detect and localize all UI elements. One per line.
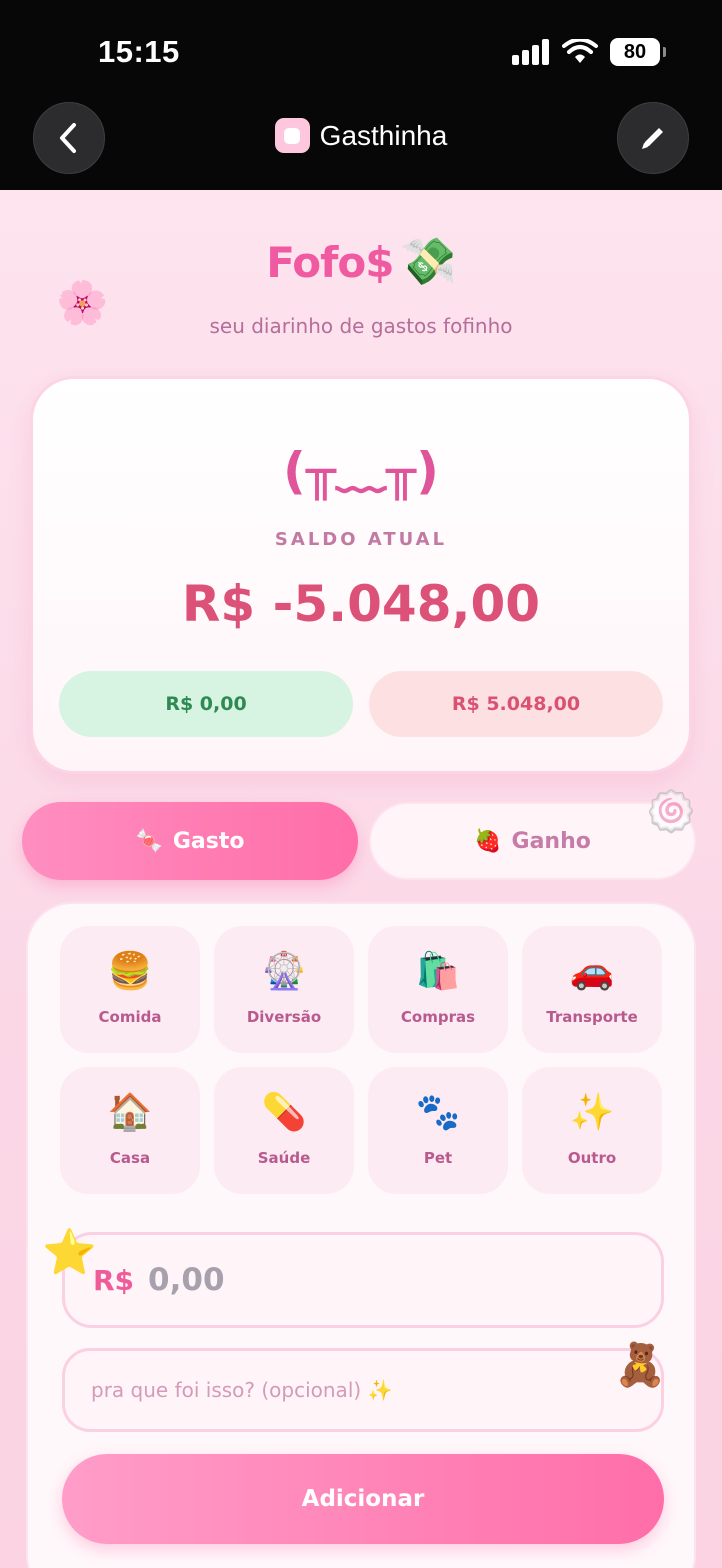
- category-compras[interactable]: 🛍️ Compras: [368, 926, 508, 1053]
- nav-title-text: Gasthinha: [319, 119, 448, 151]
- status-time: 15:15: [98, 34, 180, 69]
- category-transporte[interactable]: 🚗 Transporte: [522, 926, 662, 1053]
- brand-title: Fofo$ 💸: [0, 234, 722, 289]
- category-label: Diversão: [246, 1008, 322, 1026]
- pill-icon: 💊: [261, 1092, 307, 1133]
- balance-card: (╥﹏╥) SALDO ATUAL R$ -5.048,00 R$ 0,00 R…: [30, 376, 692, 774]
- balance-mood-kaomoji: (╥﹏╥): [283, 442, 439, 500]
- currency-prefix: R$: [93, 1263, 135, 1297]
- add-button[interactable]: Adicionar: [62, 1454, 664, 1544]
- brand-text: Fofo$: [266, 238, 394, 287]
- tab-ganho-label: Ganho: [511, 828, 591, 854]
- sparkles-icon: ✨: [569, 1092, 615, 1133]
- category-casa[interactable]: 🏠 Casa: [60, 1067, 200, 1194]
- app-icon: [274, 118, 310, 153]
- wifi-icon: [562, 39, 598, 63]
- strawberry-icon: 🍓: [474, 828, 502, 854]
- expense-total-pill: R$ 5.048,00: [369, 671, 663, 737]
- note-input[interactable]: [91, 1378, 631, 1402]
- pencil-icon: [642, 128, 663, 149]
- shopping-bags-icon: 🛍️: [415, 951, 461, 992]
- battery-indicator: 80: [610, 38, 666, 66]
- star-sticker-icon: ⭐: [42, 1227, 97, 1278]
- paw-prints-icon: 🐾: [415, 1092, 461, 1133]
- amount-field[interactable]: R$: [62, 1232, 664, 1328]
- flower-sticker-icon: 🌸: [56, 278, 109, 327]
- balance-value: R$ -5.048,00: [181, 575, 541, 633]
- category-outro[interactable]: ✨ Outro: [522, 1067, 662, 1194]
- house-icon: 🏠: [107, 1092, 153, 1133]
- car-icon: 🚗: [569, 951, 615, 992]
- ferris-wheel-icon: 🎡: [261, 951, 307, 992]
- nav-title: Gasthinha: [0, 118, 722, 153]
- category-comida[interactable]: 🍔 Comida: [60, 926, 200, 1053]
- category-diversao[interactable]: 🎡 Diversão: [214, 926, 354, 1053]
- category-label: Pet: [423, 1149, 453, 1167]
- tab-gasto[interactable]: 🍬 Gasto: [22, 802, 358, 880]
- category-label: Outro: [567, 1149, 617, 1167]
- edit-button[interactable]: [617, 102, 689, 174]
- income-total-pill: R$ 0,00: [59, 671, 353, 737]
- category-label: Transporte: [546, 1008, 638, 1026]
- category-label: Comida: [98, 1008, 162, 1026]
- top-bar: 15:15 80 Gasthinha: [0, 0, 722, 190]
- status-icons: 80: [512, 38, 666, 66]
- main-page[interactable]: Fofo$ 💸 seu diarinho de gastos fofinho 🌸 …: [0, 190, 722, 1568]
- teddy-bear-sticker-icon: 🧸: [614, 1340, 667, 1389]
- candy-icon: 🍬: [135, 828, 163, 854]
- signal-icon: [512, 39, 549, 65]
- category-saude[interactable]: 💊 Saúde: [214, 1067, 354, 1194]
- category-label: Casa: [109, 1149, 151, 1167]
- category-label: Saúde: [257, 1149, 311, 1167]
- category-label: Compras: [400, 1008, 476, 1026]
- note-field[interactable]: [62, 1348, 664, 1432]
- money-wings-icon: 💸: [399, 234, 456, 288]
- tab-gasto-label: Gasto: [172, 828, 245, 854]
- balance-label: SALDO ATUAL: [274, 529, 448, 550]
- entry-form-card: 🍔 Comida 🎡 Diversão 🛍️ Compras 🚗 Transpo…: [26, 902, 696, 1568]
- subtitle: seu diarinho de gastos fofinho: [209, 314, 513, 338]
- burger-icon: 🍔: [107, 951, 153, 992]
- swirl-candy-sticker-icon: 🍥: [646, 789, 696, 835]
- amount-input[interactable]: [148, 1262, 569, 1298]
- category-pet[interactable]: 🐾 Pet: [368, 1067, 508, 1194]
